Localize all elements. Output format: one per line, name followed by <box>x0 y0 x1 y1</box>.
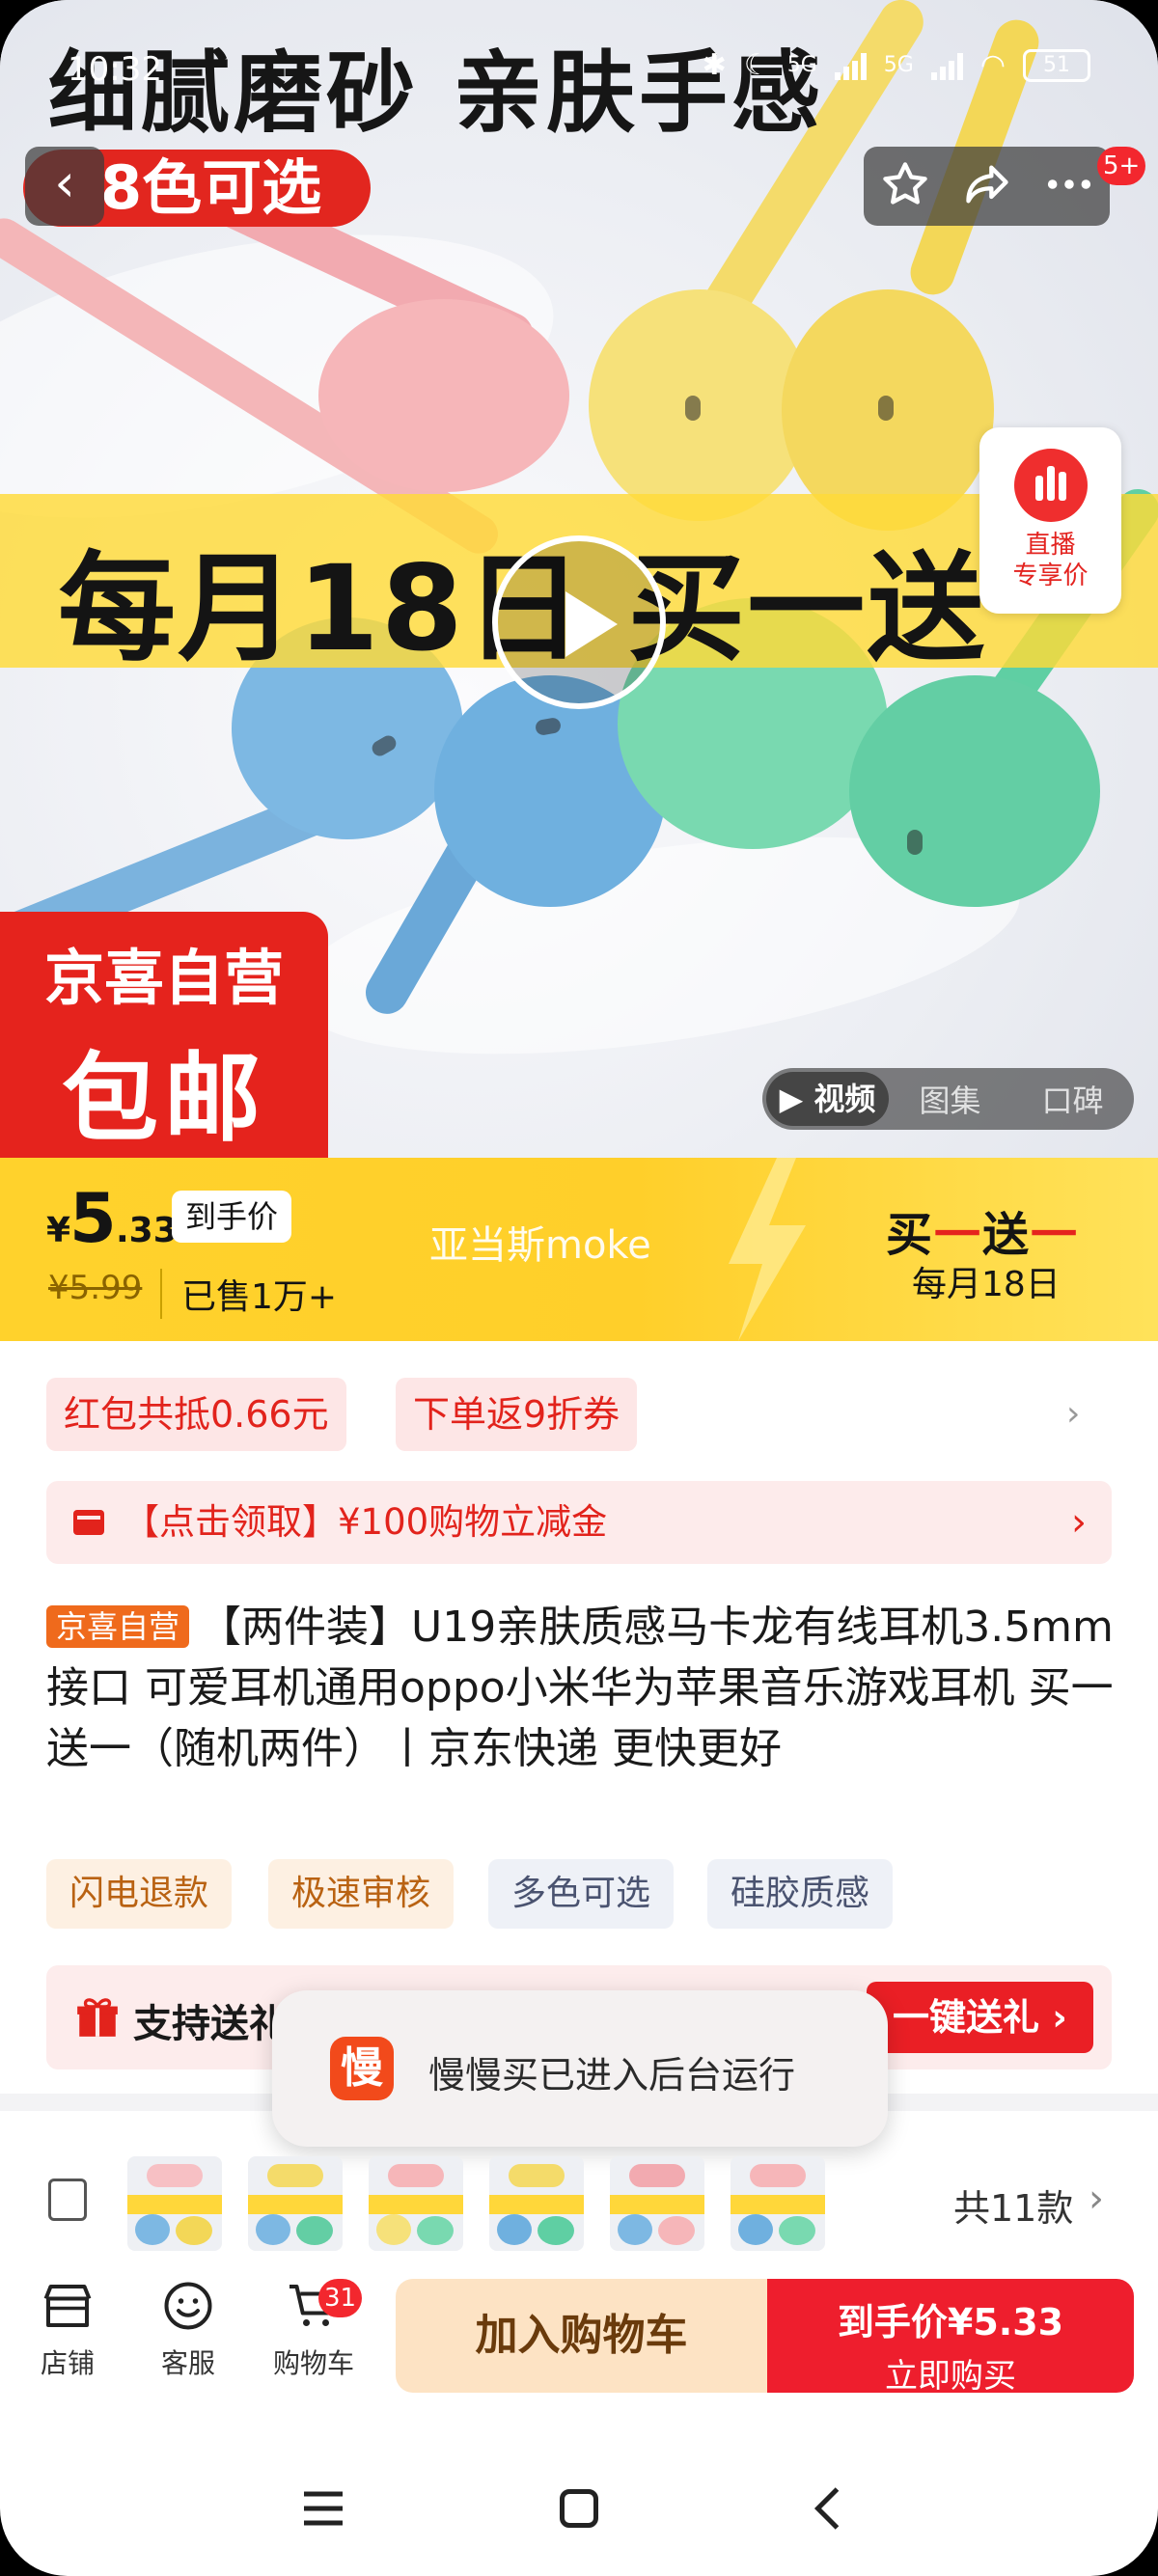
signal-icon <box>930 51 963 80</box>
card-icon <box>73 1510 104 1535</box>
app-icon: 慢 <box>330 2037 394 2100</box>
sku-thumbnail[interactable] <box>127 2156 222 2251</box>
status-bar: 10:32 ✱ ☾ 5G 5G ◠ 51 <box>0 41 1158 98</box>
media-tabs: ▶ 视频 图集 口碑 <box>762 1068 1134 1130</box>
toast-notification: 慢 慢慢买已进入后台运行 <box>272 1990 888 2147</box>
price-currency: ¥ <box>46 1211 71 1250</box>
service-label: 客服 <box>160 2347 215 2379</box>
sku-thumbnail[interactable] <box>489 2156 584 2251</box>
more-dots-icon <box>1047 179 1090 189</box>
gift-icon <box>77 1998 118 2037</box>
wifi-icon: ◠ <box>979 48 1006 82</box>
chevron-left-icon: ‹ <box>54 152 75 213</box>
status-icons: ✱ ☾ 5G 5G ◠ 51 <box>703 48 1090 82</box>
badge-line-1: 京喜自营 <box>43 943 284 1013</box>
sku-thumbnail[interactable] <box>610 2156 704 2251</box>
bogo-date: 每月18日 <box>912 1265 1061 1304</box>
network-label: 5G <box>883 53 914 77</box>
store-label: 店铺 <box>40 2347 95 2379</box>
star-icon <box>882 162 927 205</box>
price-decimal: .33 <box>116 1211 178 1250</box>
green-earbud <box>849 675 1100 907</box>
do-not-disturb-icon: ☾ <box>743 48 770 82</box>
buy-now-price: 到手价¥5.33 <box>837 2301 1064 2343</box>
network-label: 5G <box>786 53 817 77</box>
status-time: 10:32 <box>68 50 162 89</box>
favorite-button[interactable] <box>880 159 930 213</box>
chevron-right-icon[interactable]: › <box>1089 2177 1104 2221</box>
chevron-right-icon: › <box>1071 1500 1087 1545</box>
price-band: ¥ 5 .33 到手价 ¥5.99 已售1万+ 亚当斯moke 买一送一 每月1… <box>0 1158 1158 1341</box>
cart-label: 购物车 <box>272 2347 354 2379</box>
share-button[interactable] <box>962 159 1012 213</box>
compare-icon[interactable] <box>48 2179 87 2221</box>
product-title: 京喜自营 【两件装】U19亲肤质感马卡龙有线耳机3.5mm接口 可爱耳机通用opp… <box>46 1597 1117 1779</box>
back-button[interactable]: ‹ <box>25 147 104 226</box>
customer-service-button[interactable]: 客服 <box>140 2277 236 2381</box>
self-operated-tag: 京喜自营 <box>46 1605 190 1648</box>
play-video-button[interactable] <box>492 535 666 709</box>
coupon-red-envelope[interactable]: 红包共抵0.66元 <box>46 1378 346 1451</box>
tab-gallery[interactable]: 图集 <box>889 1077 1011 1121</box>
store-button[interactable]: 店铺 <box>19 2277 116 2381</box>
jingxi-shipping-badge: 京喜自营 包邮 <box>0 912 328 1158</box>
shop-name-watermark: 亚当斯moke <box>429 1223 651 1268</box>
sku-thumbnail[interactable] <box>369 2156 463 2251</box>
badge-line-2: 包邮 <box>62 1042 266 1155</box>
lightning-icon <box>729 1158 806 1341</box>
pink-earbud <box>318 299 569 492</box>
send-gift-button[interactable]: 一键送礼 › <box>867 1982 1093 2053</box>
voucher-bar[interactable]: 【点击领取】¥100购物立减金 › <box>46 1481 1112 1564</box>
system-navigation-bar <box>0 2451 1158 2576</box>
live-badge-line1: 直播 <box>1025 531 1076 560</box>
buy-now-label: 立即购买 <box>885 2357 1016 2396</box>
bluetooth-icon: ✱ <box>702 48 727 82</box>
sold-count: 已售1万+ <box>160 1269 337 1319</box>
phone-screen: 细腻磨砂 亲肤手感 8色可选 每月18日 买一送 京喜自营 包邮 10:32 ✱… <box>0 0 1158 2576</box>
sku-count[interactable]: 共11款 <box>953 2179 1073 2232</box>
yellow-earbud <box>589 289 811 521</box>
buy-now-button[interactable]: 到手价¥5.33 立即购买 <box>767 2279 1134 2396</box>
voucher-text: 【点击领取】¥100购物立减金 <box>124 1501 608 1543</box>
smile-chat-icon <box>164 2282 212 2330</box>
menu-icon[interactable] <box>294 2480 352 2537</box>
live-price-badge[interactable]: 直播 专享价 <box>979 427 1121 614</box>
add-to-cart-button[interactable]: 加入购物车 <box>396 2279 767 2393</box>
home-icon[interactable] <box>550 2480 608 2537</box>
feature-tag: 硅胶质感 <box>707 1859 894 1929</box>
toast-text: 慢慢买已进入后台运行 <box>428 2054 796 2096</box>
message-count-badge: 5+ <box>1097 147 1146 185</box>
feature-tag: 闪电退款 <box>46 1859 233 1929</box>
share-icon <box>965 165 1008 204</box>
store-icon <box>43 2285 92 2327</box>
cart-count-badge: 31 <box>318 2279 363 2317</box>
feature-tag: 极速审核 <box>268 1859 455 1929</box>
gift-text: 支持送礼 <box>133 2002 288 2046</box>
sku-thumbnail[interactable] <box>248 2156 343 2251</box>
tab-reviews[interactable]: 口碑 <box>1011 1077 1134 1121</box>
more-menu-button[interactable] <box>1044 159 1094 213</box>
live-badge-line2: 专享价 <box>1012 562 1089 590</box>
product-title-text: 【两件装】U19亲肤质感马卡龙有线耳机3.5mm接口 可爱耳机通用oppo小米华… <box>46 1603 1114 1773</box>
original-price: ¥5.99 <box>48 1269 143 1307</box>
sku-thumbnail[interactable] <box>731 2156 825 2251</box>
price-integer: 5 <box>69 1179 117 1258</box>
bogo-title: 买一送一 <box>886 1208 1080 1262</box>
final-price-tag: 到手价 <box>172 1191 292 1243</box>
battery-icon: 51 <box>1023 48 1090 82</box>
top-actions <box>864 147 1110 226</box>
back-icon[interactable] <box>801 2480 859 2537</box>
live-icon <box>1013 449 1088 522</box>
chevron-right-icon[interactable]: › <box>1066 1394 1080 1434</box>
signal-icon <box>834 51 867 80</box>
tab-video[interactable]: ▶ 视频 <box>766 1072 889 1126</box>
coupon-discount[interactable]: 下单返9折券 <box>396 1378 638 1451</box>
feature-tag: 多色可选 <box>488 1859 675 1929</box>
